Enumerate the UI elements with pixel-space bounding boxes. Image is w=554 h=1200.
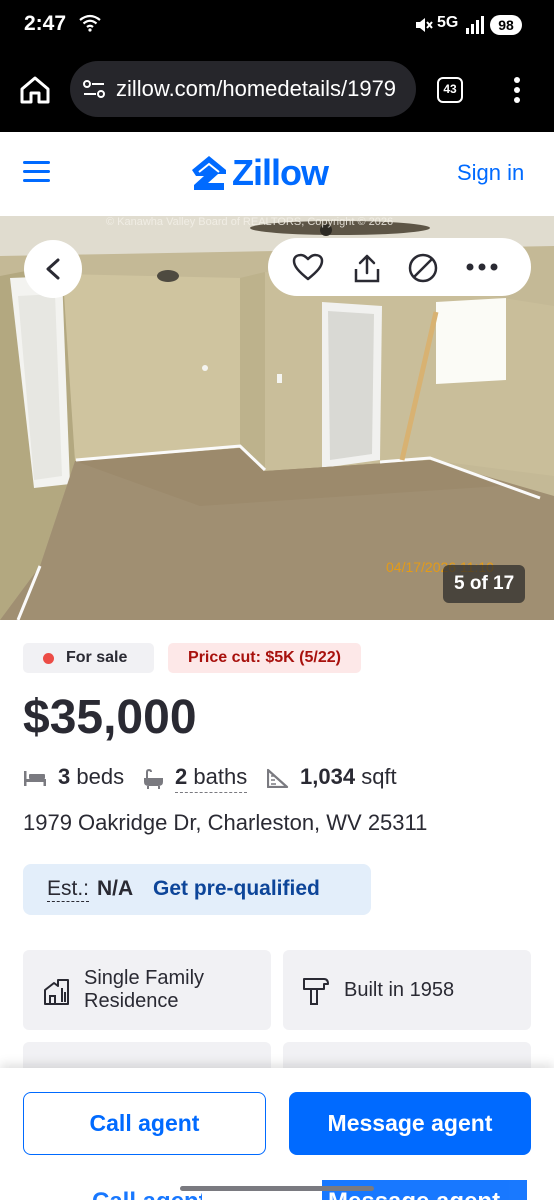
tab-switcher[interactable]: 43 bbox=[437, 77, 463, 103]
site-header: Zillow Sign in bbox=[0, 132, 554, 216]
back-button[interactable] bbox=[24, 240, 82, 298]
menu-dots-icon[interactable] bbox=[512, 76, 522, 109]
bed-icon bbox=[23, 768, 47, 794]
sign-in-link[interactable]: Sign in bbox=[457, 160, 524, 186]
network-type: 5G bbox=[437, 14, 459, 31]
estimate-label[interactable]: Est.: bbox=[47, 877, 90, 902]
photo-counter: 5 of 17 bbox=[443, 565, 526, 603]
zillow-logo-text: Zillow bbox=[232, 152, 329, 193]
hamburger-menu-icon[interactable] bbox=[23, 161, 51, 188]
estimate-box: Est.: N/A Get pre-qualified bbox=[23, 864, 371, 915]
photo-watermark: © Kanawha Valley Board of REALTORS, Copy… bbox=[106, 216, 394, 228]
hammer-icon bbox=[302, 975, 330, 1012]
baths-fact[interactable]: 2 baths bbox=[175, 764, 248, 793]
year-built-text: Built in 1958 bbox=[344, 979, 455, 1001]
bath-icon bbox=[141, 768, 165, 796]
zillow-house-icon bbox=[192, 156, 226, 190]
baths-label: baths bbox=[193, 764, 248, 789]
beds-value: 3 bbox=[58, 764, 71, 789]
sale-dot-icon bbox=[43, 653, 54, 664]
browser-toolbar: zillow.com/homedetails/1979 43 bbox=[0, 50, 554, 132]
beds-label: beds bbox=[76, 764, 125, 789]
battery-indicator: 98 bbox=[490, 15, 522, 35]
zillow-logo[interactable]: Zillow bbox=[190, 152, 329, 197]
home-type-line-2: Residence bbox=[84, 990, 179, 1012]
signal-icon bbox=[465, 15, 485, 40]
fact-card-home-type: Single Family Residence bbox=[23, 950, 271, 1030]
url-bar[interactable]: zillow.com/homedetails/1979 bbox=[70, 61, 416, 117]
baths-value: 2 bbox=[175, 764, 188, 789]
status-badge: For sale bbox=[23, 643, 154, 673]
chevron-left-icon bbox=[46, 258, 60, 280]
sqft-label: sqft bbox=[361, 764, 397, 789]
home-icon[interactable] bbox=[18, 75, 52, 110]
listing-photo[interactable]: © Kanawha Valley Board of REALTORS, Copy… bbox=[0, 216, 554, 620]
call-agent-button[interactable]: Call agent bbox=[23, 1092, 266, 1155]
ruler-icon bbox=[266, 768, 289, 794]
status-time: 2:47 bbox=[24, 12, 67, 35]
home-type-line-1: Single Family bbox=[84, 967, 205, 989]
contact-action-bar: Call agent Message agent Call agent Mess… bbox=[0, 1068, 554, 1200]
listing-address: 1979 Oakridge Dr, Charleston, WV 25311 bbox=[23, 810, 428, 835]
tune-icon[interactable] bbox=[82, 79, 106, 104]
listing-price: $35,000 bbox=[23, 691, 197, 744]
status-badge-label: For sale bbox=[66, 649, 128, 666]
beds-fact: 3 beds bbox=[58, 764, 124, 790]
mute-icon bbox=[414, 15, 434, 40]
wifi-icon bbox=[79, 14, 101, 37]
url-text: zillow.com/homedetails/1979 bbox=[116, 76, 397, 101]
estimate-value: N/A bbox=[97, 877, 134, 900]
status-bar: 2:47 5G 98 bbox=[0, 0, 554, 50]
get-prequalified-link[interactable]: Get pre-qualified bbox=[153, 877, 320, 901]
fact-card-year-built: Built in 1958 bbox=[283, 950, 531, 1030]
sqft-fact: 1,034 sqft bbox=[300, 764, 397, 790]
house-building-icon bbox=[43, 976, 71, 1011]
home-type-text: Single Family Residence bbox=[84, 967, 204, 1013]
gesture-home-indicator[interactable] bbox=[180, 1186, 374, 1191]
sqft-value: 1,034 bbox=[300, 764, 356, 789]
price-cut-badge: Price cut: $5K (5/22) bbox=[168, 643, 361, 673]
message-agent-button[interactable]: Message agent bbox=[289, 1092, 531, 1155]
photo-actions bbox=[268, 238, 531, 296]
